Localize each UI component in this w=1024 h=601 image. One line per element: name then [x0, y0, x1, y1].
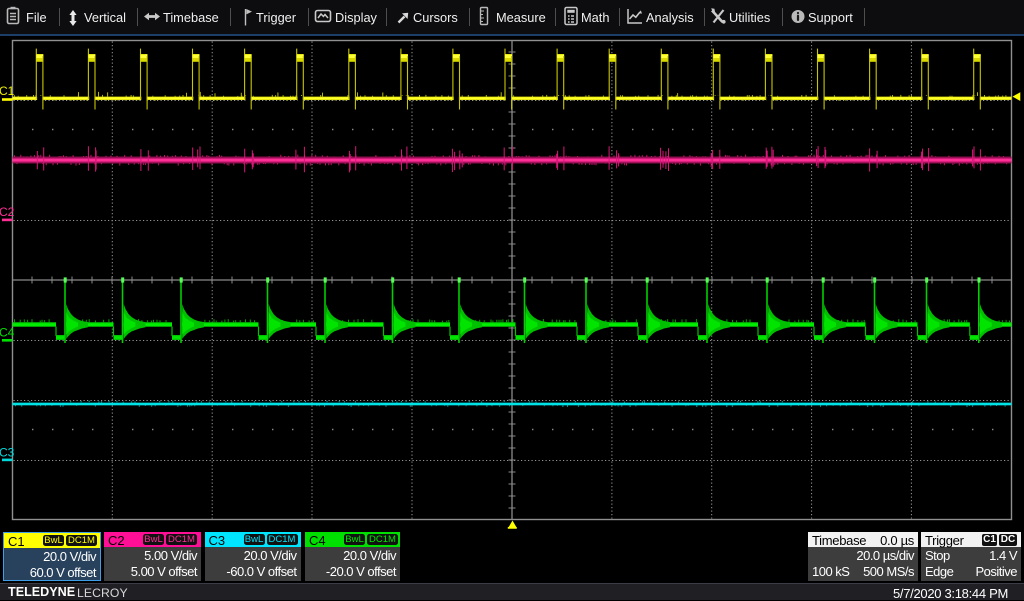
svg-text:C1: C1 [0, 84, 15, 98]
svg-text:C4: C4 [0, 326, 15, 340]
svg-text:C2: C2 [0, 205, 15, 219]
svg-text:C3: C3 [0, 446, 15, 460]
